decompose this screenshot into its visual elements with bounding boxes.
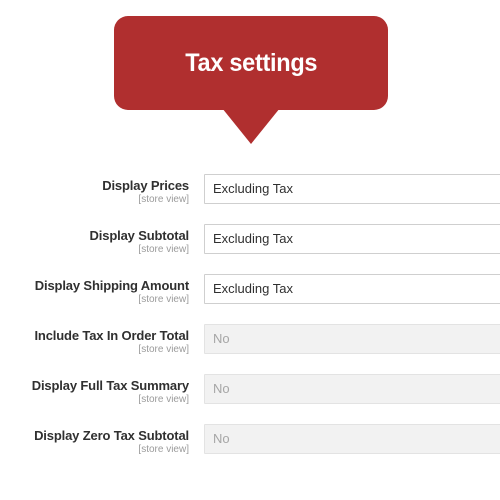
select-display-prices[interactable]: Excluding Tax — [204, 174, 500, 204]
tax-settings-form: Display Prices [store view] Excluding Tax D… — [0, 170, 500, 470]
select-display-shipping-amount[interactable]: Excluding Tax — [204, 274, 500, 304]
field-label-display-shipping-amount: Display Shipping Amount — [34, 278, 189, 293]
field-label-display-zero-tax-subtotal: Display Zero Tax Subtotal — [34, 428, 189, 443]
callout-bubble: Tax settings — [114, 16, 388, 110]
field-control-cell-display-subtotal: Excluding Tax — [189, 220, 500, 254]
field-scope-display-subtotal: [store view] — [138, 244, 189, 255]
field-control-cell-include-tax-in-order-total: No — [189, 320, 500, 354]
field-control-cell-display-full-tax-summary: No — [189, 370, 500, 404]
field-label-cell-display-shipping-amount: Display Shipping Amount [store view] — [0, 270, 189, 306]
field-row-include-tax-in-order-total: Include Tax In Order Total [store view] No — [0, 320, 500, 370]
select-display-subtotal[interactable]: Excluding Tax — [204, 224, 500, 254]
field-row-display-subtotal: Display Subtotal [store view] Excluding Ta… — [0, 220, 500, 270]
tax-settings-callout: Tax settings — [0, 0, 500, 150]
field-row-display-zero-tax-subtotal: Display Zero Tax Subtotal [store view] No — [0, 420, 500, 470]
field-row-display-shipping-amount: Display Shipping Amount [store view] Exclu… — [0, 270, 500, 320]
select-display-zero-tax-subtotal: No — [204, 424, 500, 454]
field-label-cell-include-tax-in-order-total: Include Tax In Order Total [store view] — [0, 320, 189, 356]
select-include-tax-in-order-total: No — [204, 324, 500, 354]
field-row-display-full-tax-summary: Display Full Tax Summary [store view] No — [0, 370, 500, 420]
field-control-cell-display-shipping-amount: Excluding Tax — [189, 270, 500, 304]
field-scope-display-zero-tax-subtotal: [store view] — [138, 444, 189, 455]
field-label-display-full-tax-summary: Display Full Tax Summary — [31, 378, 189, 393]
page-title: Tax settings — [184, 48, 317, 77]
field-label-cell-display-subtotal: Display Subtotal [store view] — [0, 220, 190, 256]
field-label-cell-display-prices: Display Prices [store view] — [0, 170, 189, 206]
field-control-cell-display-zero-tax-subtotal: No — [189, 420, 500, 454]
field-label-display-subtotal: Display Subtotal — [89, 228, 190, 243]
field-row-display-prices: Display Prices [store view] Excluding Tax — [0, 170, 500, 220]
callout-tail-icon — [222, 108, 280, 144]
field-label-cell-display-zero-tax-subtotal: Display Zero Tax Subtotal [store view] — [0, 420, 189, 456]
field-label-display-prices: Display Prices — [102, 178, 189, 193]
field-control-cell-display-prices: Excluding Tax — [189, 170, 500, 204]
select-display-full-tax-summary: No — [204, 374, 500, 404]
field-scope-include-tax-in-order-total: [store view] — [138, 344, 189, 355]
field-label-cell-display-full-tax-summary: Display Full Tax Summary [store view] — [0, 370, 189, 406]
field-label-include-tax-in-order-total: Include Tax In Order Total — [34, 328, 189, 343]
field-scope-display-full-tax-summary: [store view] — [138, 394, 189, 405]
field-scope-display-prices: [store view] — [138, 194, 189, 205]
field-scope-display-shipping-amount: [store view] — [138, 294, 189, 305]
